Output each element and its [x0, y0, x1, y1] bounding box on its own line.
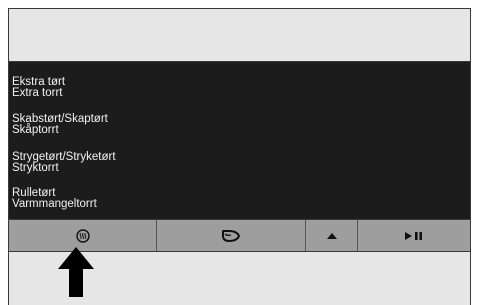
program-label-secondary: Skåptorrt — [12, 124, 59, 136]
panel-top-strip — [9, 9, 470, 61]
program-display: Ekstra tørt Extra torrt Skabstørt/Skaptø… — [9, 61, 470, 220]
program-label-secondary: Extra torrt — [12, 87, 63, 99]
low-heat-button[interactable] — [156, 220, 305, 251]
play-pause-icon — [405, 231, 422, 240]
scroll-up-button[interactable] — [305, 220, 357, 251]
program-cupboard-dry[interactable]: Skabstørt/Skaptørt Skåptorrt — [12, 113, 108, 136]
program-label-secondary: Stryktorrt — [12, 162, 59, 174]
program-iron-dry[interactable]: Strygetørt/Stryketørt Stryktorrt — [12, 151, 116, 174]
program-mangle-dry[interactable]: Rulletørt Varmmangeltorrt — [12, 187, 97, 210]
low-heat-icon — [222, 229, 240, 242]
pointer-arrow-icon — [58, 247, 94, 297]
program-label-secondary: Varmmangeltorrt — [12, 198, 97, 210]
drying-level-icon — [75, 228, 90, 243]
program-extra-dry[interactable]: Ekstra tørt Extra torrt — [12, 76, 65, 99]
up-arrow-icon — [326, 232, 337, 239]
start-pause-button[interactable] — [357, 220, 470, 251]
